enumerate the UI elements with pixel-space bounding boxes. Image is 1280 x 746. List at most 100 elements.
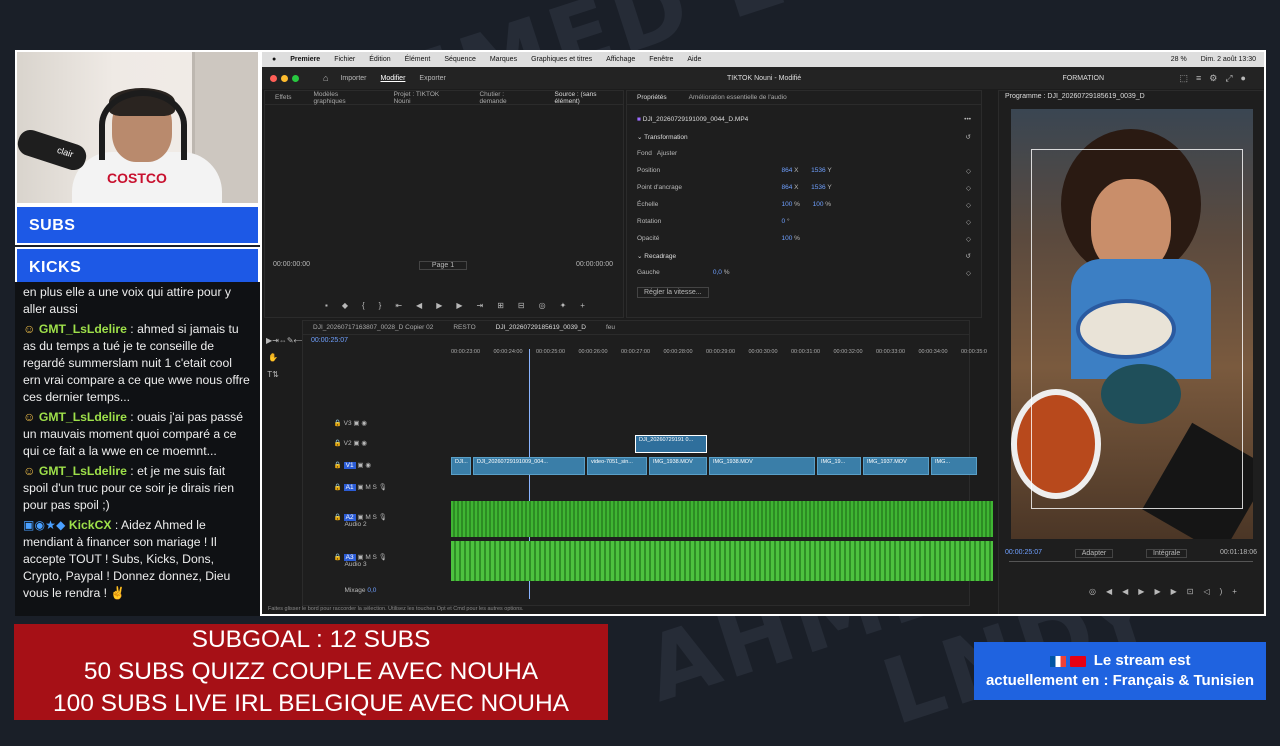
subgoal-line: SUBGOAL : 12 SUBS bbox=[191, 626, 431, 653]
track-v1[interactable]: 🔒 V1 ▣ ◉ bbox=[303, 461, 451, 469]
property-row[interactable]: Position 864 X 1536 Y ◇ bbox=[627, 162, 981, 179]
battery-status: 28 % bbox=[1170, 56, 1187, 63]
program-duration: 00:01:18:06 bbox=[1220, 549, 1257, 556]
chat-panel: en plus elle a une voix qui attire pour … bbox=[15, 282, 260, 616]
clip-v1[interactable]: IMG_1938.MOV bbox=[649, 457, 707, 475]
menu-fichier[interactable]: Fichier bbox=[334, 56, 355, 63]
zoom-window-button[interactable] bbox=[292, 74, 299, 82]
program-title: Programme : DJI_20260729185619_0039_D bbox=[1005, 93, 1145, 100]
menu-affichage[interactable]: Affichage bbox=[606, 56, 635, 63]
ruler-tick-label: 00:00:30:00 bbox=[748, 349, 778, 355]
track-a2[interactable]: 🔒 A2 ▣ M S 🎙 Audio 2 bbox=[303, 513, 451, 528]
menu-aide[interactable]: Aide bbox=[687, 56, 701, 63]
chat-message: ☺ GMT_LsLdelire : ouais j'ai pas passé u… bbox=[23, 410, 244, 458]
clip-v1[interactable]: DJI_20260729191009_004... bbox=[473, 457, 585, 475]
apple-icon[interactable]: ● bbox=[272, 56, 276, 63]
fit-ajuster[interactable]: Ajuster bbox=[657, 150, 677, 157]
property-row[interactable]: Échelle 100 % 100 % ◇ bbox=[627, 196, 981, 213]
tab-exporter[interactable]: Exporter bbox=[419, 75, 445, 82]
transport-controls[interactable]: ▪◆{}⇤◀▶▶⇥⊞⊟◎✦+ bbox=[325, 301, 599, 310]
ruler-tick-label: 00:00:35:0 bbox=[961, 349, 987, 355]
tab-chutier[interactable]: Chutier : demande bbox=[479, 91, 532, 105]
clip-v1[interactable]: video-7051_sin... bbox=[587, 457, 647, 475]
ruler-tick-label: 00:00:31:00 bbox=[791, 349, 821, 355]
seq-tab-1[interactable]: DJI_20260717163807_0028_D Copier 02 bbox=[313, 324, 433, 331]
track-v3[interactable]: 🔒 V3 ▣ ◉ bbox=[303, 419, 451, 427]
program-video-frame[interactable] bbox=[1011, 109, 1253, 539]
tab-amelioration-audio[interactable]: Amélioration essentielle de l'audio bbox=[689, 94, 787, 101]
tab-modifier[interactable]: Modifier bbox=[381, 75, 406, 82]
seq-tab-2[interactable]: RESTO bbox=[453, 324, 475, 331]
program-timecode: 00:00:25:07 bbox=[1005, 549, 1042, 556]
menu-edition[interactable]: Édition bbox=[369, 56, 390, 63]
ruler-tick-label: 00:00:24:00 bbox=[493, 349, 523, 355]
menu-element[interactable]: Élément bbox=[405, 56, 431, 63]
quality-select[interactable]: Intégrale bbox=[1146, 549, 1188, 558]
property-row[interactable]: Point d'ancrage 864 X 1536 Y ◇ bbox=[627, 179, 981, 196]
subgoal-line: 100 SUBS LIVE IRL BELGIQUE AVEC NOUHA bbox=[52, 690, 570, 717]
chat-username: GMT_LsLdelire bbox=[38, 410, 127, 424]
subs-bar: SUBS bbox=[15, 205, 260, 245]
properties-panel: Propriétés Amélioration essentielle de l… bbox=[626, 90, 982, 318]
program-transport[interactable]: ◎◀◀▶▶▶⊡◁)+ bbox=[1089, 587, 1247, 596]
crop-left-label: Gauche bbox=[637, 269, 660, 276]
menu-marques[interactable]: Marques bbox=[490, 56, 517, 63]
program-monitor: Programme : DJI_20260729185619_0039_D 00… bbox=[998, 90, 1264, 614]
clip-v1[interactable]: DJI... bbox=[451, 457, 471, 475]
page-select[interactable]: Page 1 bbox=[418, 261, 468, 270]
ruler-tick-label: 00:00:26:00 bbox=[578, 349, 608, 355]
crop-left-value[interactable]: 0,0 bbox=[713, 269, 722, 276]
ruler-tick-label: 00:00:25:00 bbox=[536, 349, 566, 355]
tab-modeles[interactable]: Modèles graphiques bbox=[314, 91, 372, 105]
header-icons[interactable]: ⬚≡⚙⤢● bbox=[1180, 73, 1254, 84]
property-row[interactable]: Rotation 0 ° ◇ bbox=[627, 213, 981, 230]
property-row[interactable]: Opacité 100 % ◇ bbox=[627, 230, 981, 247]
home-icon[interactable]: ⌂ bbox=[323, 73, 328, 83]
premiere-window: ● Premiere Fichier Édition Élément Séque… bbox=[260, 50, 1266, 616]
ruler-tick-label: 00:00:23:00 bbox=[451, 349, 481, 355]
clip-v1[interactable]: IMG... bbox=[931, 457, 977, 475]
ruler-tick-label: 00:00:33:00 bbox=[876, 349, 906, 355]
source-monitor: Effets Modèles graphiques Projet : TIKTO… bbox=[264, 90, 624, 318]
menu-sequence[interactable]: Séquence bbox=[444, 56, 476, 63]
track-a3[interactable]: 🔒 A3 ▣ M S 🎙 Audio 3 bbox=[303, 553, 451, 568]
reset-icon[interactable]: ↺ bbox=[966, 133, 971, 141]
clock: Dim. 2 août 13:30 bbox=[1200, 56, 1256, 63]
track-a1[interactable]: 🔒 A1 ▣ M S 🎙 bbox=[303, 483, 451, 491]
close-window-button[interactable] bbox=[270, 74, 277, 82]
clip-v1[interactable]: IMG_1937.MOV bbox=[863, 457, 929, 475]
tab-importer[interactable]: Importer bbox=[340, 75, 366, 82]
tools-panel[interactable]: ▶⇥⇔✎⟷✐▢✦✋T⇅ bbox=[266, 332, 326, 383]
menu-fenetre[interactable]: Fenêtre bbox=[649, 56, 673, 63]
mix-track[interactable]: Mixage 0,0 bbox=[303, 587, 451, 594]
crop-heading: Recadrage bbox=[644, 252, 677, 260]
workspace-label[interactable]: FORMATION bbox=[1063, 75, 1104, 82]
minimize-window-button[interactable] bbox=[281, 74, 288, 82]
menu-premiere[interactable]: Premiere bbox=[290, 56, 320, 63]
more-icon[interactable]: ••• bbox=[964, 116, 971, 123]
audio-clip-a2[interactable] bbox=[451, 501, 993, 537]
transform-heading: Transformation bbox=[644, 133, 688, 141]
tab-proprietes[interactable]: Propriétés bbox=[637, 94, 667, 101]
clip-v1[interactable]: IMG_19... bbox=[817, 457, 861, 475]
stream-language-line1: Le stream est bbox=[1093, 652, 1191, 669]
seq-tab-3[interactable]: DJI_20260729185619_0039_D bbox=[496, 324, 586, 331]
clip-v1[interactable]: IMG_1938.MOV bbox=[709, 457, 815, 475]
fit-fond[interactable]: Fond bbox=[637, 150, 652, 157]
chat-username: GMT_LsLdelire bbox=[38, 322, 127, 336]
tab-source[interactable]: Source : (sans élément) bbox=[555, 91, 623, 105]
tab-effets[interactable]: Effets bbox=[275, 94, 292, 101]
track-v2[interactable]: 🔒 V2 ▣ ◉ bbox=[303, 439, 451, 447]
mic-label: clair bbox=[55, 144, 75, 160]
chat-message: en plus elle a une voix qui attire pour … bbox=[23, 285, 231, 316]
tab-projet[interactable]: Projet : TIKTOK Nouni bbox=[394, 91, 458, 105]
chat-message: ☺ GMT_LsLdelire : ahmed si jamais tu as … bbox=[23, 322, 250, 404]
tunisia-flag-icon bbox=[1069, 655, 1086, 667]
menu-graphiques[interactable]: Graphiques et titres bbox=[531, 56, 592, 63]
speed-button[interactable]: Régler la vitesse... bbox=[637, 287, 709, 298]
fit-select[interactable]: Adapter bbox=[1074, 549, 1114, 558]
audio-clip-a3[interactable] bbox=[451, 541, 993, 581]
seq-tab-4[interactable]: feu bbox=[606, 324, 615, 331]
clip-v2[interactable]: DJI_20260729191 0... bbox=[635, 435, 707, 453]
ruler-tick-label: 00:00:29:00 bbox=[706, 349, 736, 355]
